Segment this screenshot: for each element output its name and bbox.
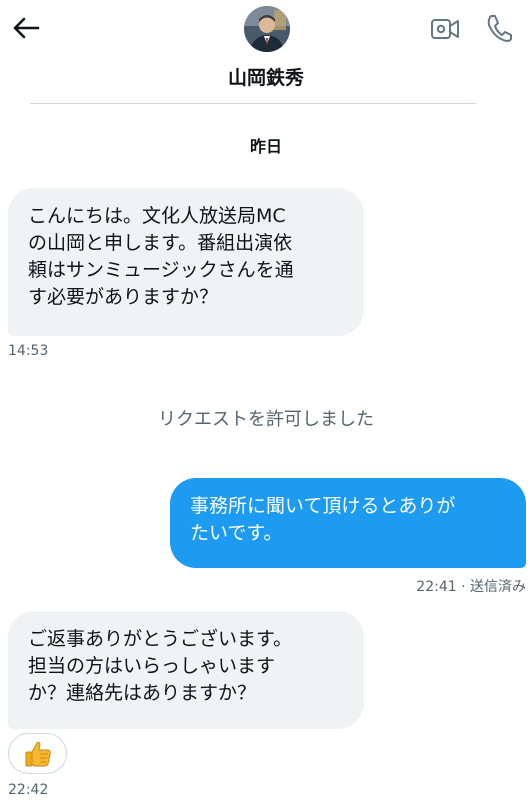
message-timestamp: 22:41 bbox=[416, 579, 457, 595]
message-line: ご返事ありがとうございます。 bbox=[28, 628, 293, 650]
message-timestamp: 22:42 bbox=[8, 782, 49, 798]
back-button[interactable] bbox=[8, 10, 44, 46]
reaction-badge[interactable] bbox=[8, 733, 67, 774]
message-line: 事務所に聞いて頂けるとありが bbox=[190, 495, 456, 517]
conversation-header: 山岡鉄秀 bbox=[0, 0, 532, 104]
avatar[interactable] bbox=[244, 6, 290, 52]
arrow-left-icon bbox=[13, 17, 40, 39]
message-line: す必要がありますか？ bbox=[28, 286, 219, 308]
date-separator: 昨日 bbox=[249, 137, 282, 156]
message-line: こんにちは。文化人放送局MC bbox=[28, 205, 286, 227]
video-call-button[interactable] bbox=[428, 12, 462, 46]
voice-call-button[interactable] bbox=[482, 10, 516, 46]
message-bubble-sent[interactable]: 事務所に聞いて頂けるとありが たいです。 bbox=[170, 478, 526, 568]
message-bubble-received[interactable]: ご返事ありがとうございます。 担当の方はいらっしゃいます か？連絡先はありますか… bbox=[8, 611, 364, 729]
video-camera-icon bbox=[431, 19, 459, 39]
contact-name[interactable]: 山岡鉄秀 bbox=[0, 63, 532, 90]
message-line: 担当の方はいらっしゃいます bbox=[28, 655, 276, 677]
delivery-status: 送信済み bbox=[470, 579, 526, 595]
meta-separator: · bbox=[456, 579, 470, 595]
message-line: か？連絡先はありますか？ bbox=[28, 682, 257, 704]
message-line: 頼はサンミュージックさんを通 bbox=[28, 259, 294, 281]
message-bubble-received[interactable]: こんにちは。文化人放送局MC の山岡と申します。番組出演依 頼はサンミュージック… bbox=[8, 188, 364, 336]
sent-message-meta: 22:41 · 送信済み bbox=[416, 576, 526, 596]
thumbs-up-icon bbox=[25, 741, 51, 766]
phone-icon bbox=[487, 15, 512, 42]
message-line: たいです。 bbox=[190, 522, 283, 544]
system-message: リクエストを許可しました bbox=[158, 409, 374, 430]
message-timestamp: 14:53 bbox=[8, 343, 49, 359]
header-divider bbox=[30, 103, 476, 104]
message-line: の山岡と申します。番組出演依 bbox=[28, 232, 293, 254]
